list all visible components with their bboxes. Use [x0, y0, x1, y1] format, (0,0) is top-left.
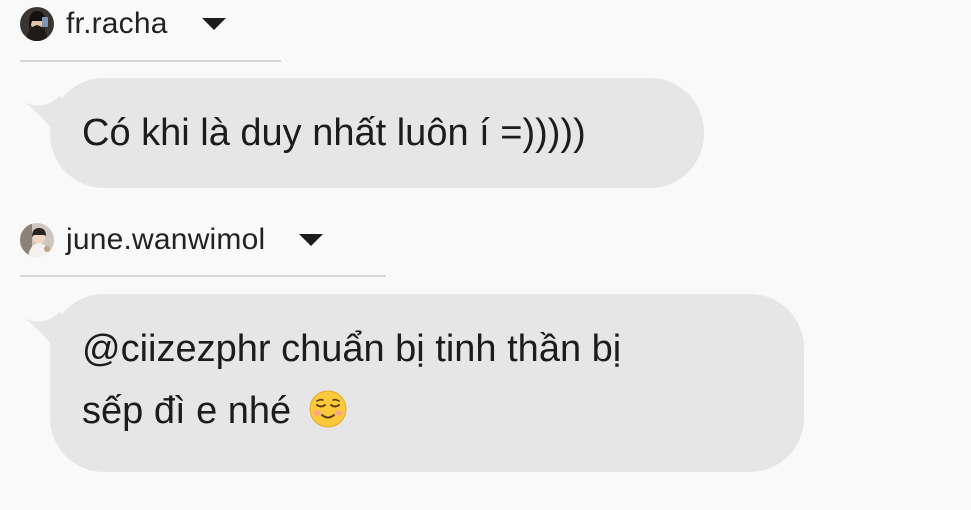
username[interactable]: fr.racha: [66, 7, 168, 41]
chevron-down-icon[interactable]: [299, 234, 324, 246]
message-text-fragment: sếp đì e nhé: [82, 390, 292, 432]
message-bubble: Có khi là duy nhất luôn í =))))): [20, 78, 720, 190]
avatar[interactable]: [20, 7, 54, 41]
avatar[interactable]: [20, 223, 54, 257]
message-bubble: @ciizezphr chuẩn bị tinh thần bị sếp đì …: [20, 294, 820, 474]
message-text: @ciizezphr chuẩn bị tinh thần bị sếp đì …: [50, 294, 804, 472]
username[interactable]: june.wanwimol: [66, 223, 265, 257]
message-text-line: sếp đì e nhé: [82, 380, 804, 442]
message-text: Có khi là duy nhất luôn í =))))): [50, 78, 704, 188]
header-divider: [20, 275, 386, 277]
message-header: fr.racha: [20, 2, 226, 46]
chevron-down-icon[interactable]: [201, 18, 226, 30]
message-header: june.wanwimol: [20, 218, 324, 262]
message-text-line: @ciizezphr chuẩn bị tinh thần bị: [82, 328, 622, 370]
header-divider: [20, 60, 281, 62]
smiling-face-icon: [309, 390, 347, 428]
comment-thread: fr.racha Có khi là duy nhất luôn í =))))…: [0, 0, 971, 510]
